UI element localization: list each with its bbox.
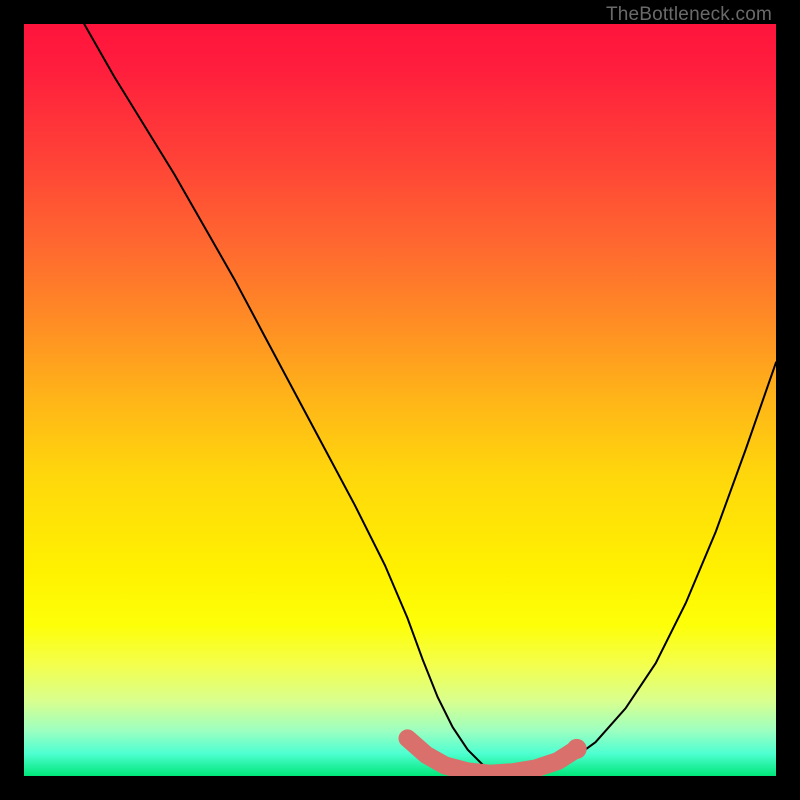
- plot-area: [24, 24, 776, 776]
- highlight-band: [408, 738, 577, 773]
- curve-svg: [24, 24, 776, 776]
- watermark-text: TheBottleneck.com: [606, 4, 772, 26]
- main-curve: [84, 24, 776, 774]
- endcap-dot: [567, 739, 587, 759]
- chart-frame: TheBottleneck.com: [0, 0, 800, 800]
